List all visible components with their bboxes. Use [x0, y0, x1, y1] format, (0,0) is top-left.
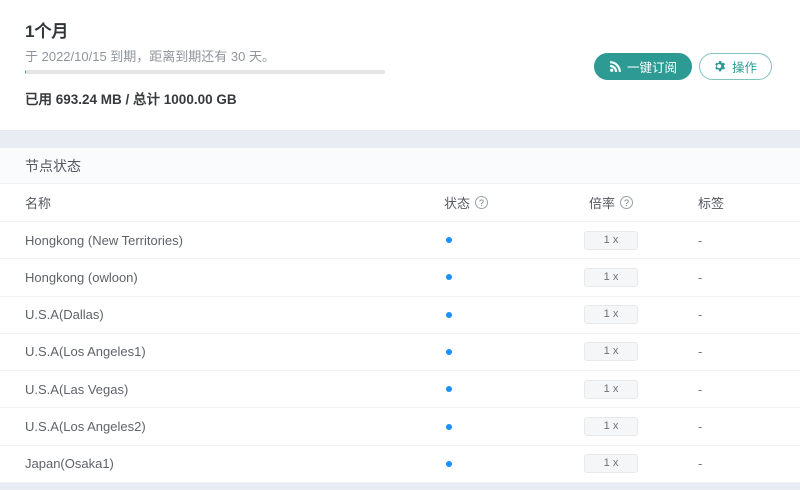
node-table: 名称 状态 ? 倍率 ? 标签 Hongkong (New Territorie…: [0, 184, 800, 483]
column-header-status-label: 状态: [444, 196, 471, 211]
node-tag: -: [698, 381, 703, 397]
rate-badge: 1 x: [584, 230, 638, 250]
column-header-status: 状态 ?: [444, 193, 489, 212]
node-name: U.S.A(Dallas): [25, 307, 104, 323]
rate-help-icon[interactable]: ?: [620, 196, 633, 209]
node-rate-cell: 1 x: [575, 267, 647, 287]
node-name: U.S.A(Los Angeles1): [25, 344, 146, 360]
actions-button[interactable]: 操作: [698, 53, 772, 80]
column-header-tag: 标签: [698, 196, 725, 211]
column-header-name: 名称: [25, 196, 52, 211]
plan-title: 1个月: [25, 22, 69, 41]
usage-progress-bar: [25, 70, 385, 74]
node-status-cell: [419, 311, 575, 318]
plan-expiry-text: 于 2022/10/15 到期，距离到期还有 30 天。: [25, 49, 275, 64]
table-row: U.S.A(Los Angeles1) 1 x -: [0, 334, 800, 372]
gear-icon: [714, 60, 727, 73]
status-online-dot-icon: [446, 423, 452, 430]
subscribe-button[interactable]: 一键订阅: [593, 53, 692, 80]
rss-icon: [609, 60, 622, 73]
node-name: U.S.A(Los Angeles2): [25, 419, 146, 435]
actions-button-label: 操作: [731, 61, 757, 75]
plan-usage-text: 已用 693.24 MB / 总计 1000.00 GB: [25, 92, 237, 107]
status-online-dot-icon: [446, 237, 452, 244]
status-online-dot-icon: [446, 274, 452, 281]
node-tag: -: [698, 269, 703, 285]
node-name: Hongkong (owloon): [25, 269, 138, 285]
node-name: U.S.A(Las Vegas): [25, 381, 129, 397]
node-rate-cell: 1 x: [575, 305, 647, 325]
status-online-dot-icon: [446, 311, 452, 318]
rate-badge: 1 x: [584, 417, 638, 437]
rate-badge: 1 x: [584, 454, 638, 474]
table-row: Japan(Osaka1) 1 x -: [0, 446, 800, 483]
node-name: Hongkong (New Territories): [25, 232, 183, 248]
node-tag: -: [698, 419, 703, 435]
column-header-rate: 倍率 ?: [589, 193, 633, 212]
rate-badge: 1 x: [584, 267, 638, 287]
node-name: Japan(Osaka1): [25, 456, 114, 472]
node-status-cell: [419, 423, 575, 430]
node-status-cell: [419, 274, 575, 281]
node-rate-cell: 1 x: [575, 454, 647, 474]
node-tag: -: [698, 307, 703, 323]
node-rate-cell: 1 x: [575, 342, 647, 362]
node-status-cell: [419, 460, 575, 467]
node-status-section-title: 节点状态: [0, 148, 800, 184]
subscribe-button-label: 一键订阅: [626, 61, 677, 75]
plan-buttons: 一键订阅 操作: [593, 53, 772, 80]
column-header-rate-label: 倍率: [588, 196, 615, 211]
node-status-card: 节点状态 名称 状态 ? 倍率 ? 标签 Hongkong (New Terri…: [0, 148, 800, 483]
table-row: Hongkong (New Territories) 1 x -: [0, 222, 800, 260]
node-tag: -: [698, 232, 703, 248]
rate-badge: 1 x: [584, 342, 638, 362]
node-rate-cell: 1 x: [575, 230, 647, 250]
status-online-dot-icon: [446, 348, 452, 355]
rate-badge: 1 x: [584, 379, 638, 399]
node-tag: -: [698, 344, 703, 360]
status-online-dot-icon: [446, 386, 452, 393]
rate-badge: 1 x: [584, 305, 638, 325]
node-rate-cell: 1 x: [575, 379, 647, 399]
table-header-row: 名称 状态 ? 倍率 ? 标签: [0, 184, 800, 222]
status-online-dot-icon: [446, 460, 452, 467]
node-status-cell: [419, 237, 575, 244]
table-row: U.S.A(Dallas) 1 x -: [0, 297, 800, 334]
table-row: U.S.A(Los Angeles2) 1 x -: [0, 408, 800, 446]
node-rate-cell: 1 x: [575, 417, 647, 437]
node-tag: -: [698, 456, 703, 472]
status-help-icon[interactable]: ?: [475, 196, 489, 209]
table-row: U.S.A(Las Vegas) 1 x -: [0, 371, 800, 409]
node-status-cell: [419, 386, 575, 393]
plan-card: 1个月 于 2022/10/15 到期，距离到期还有 30 天。 已用 693.…: [0, 0, 800, 131]
table-row: Hongkong (owloon) 1 x -: [0, 259, 800, 297]
node-status-cell: [419, 348, 575, 355]
table-body: Hongkong (New Territories) 1 x - Hongkon…: [0, 222, 800, 483]
